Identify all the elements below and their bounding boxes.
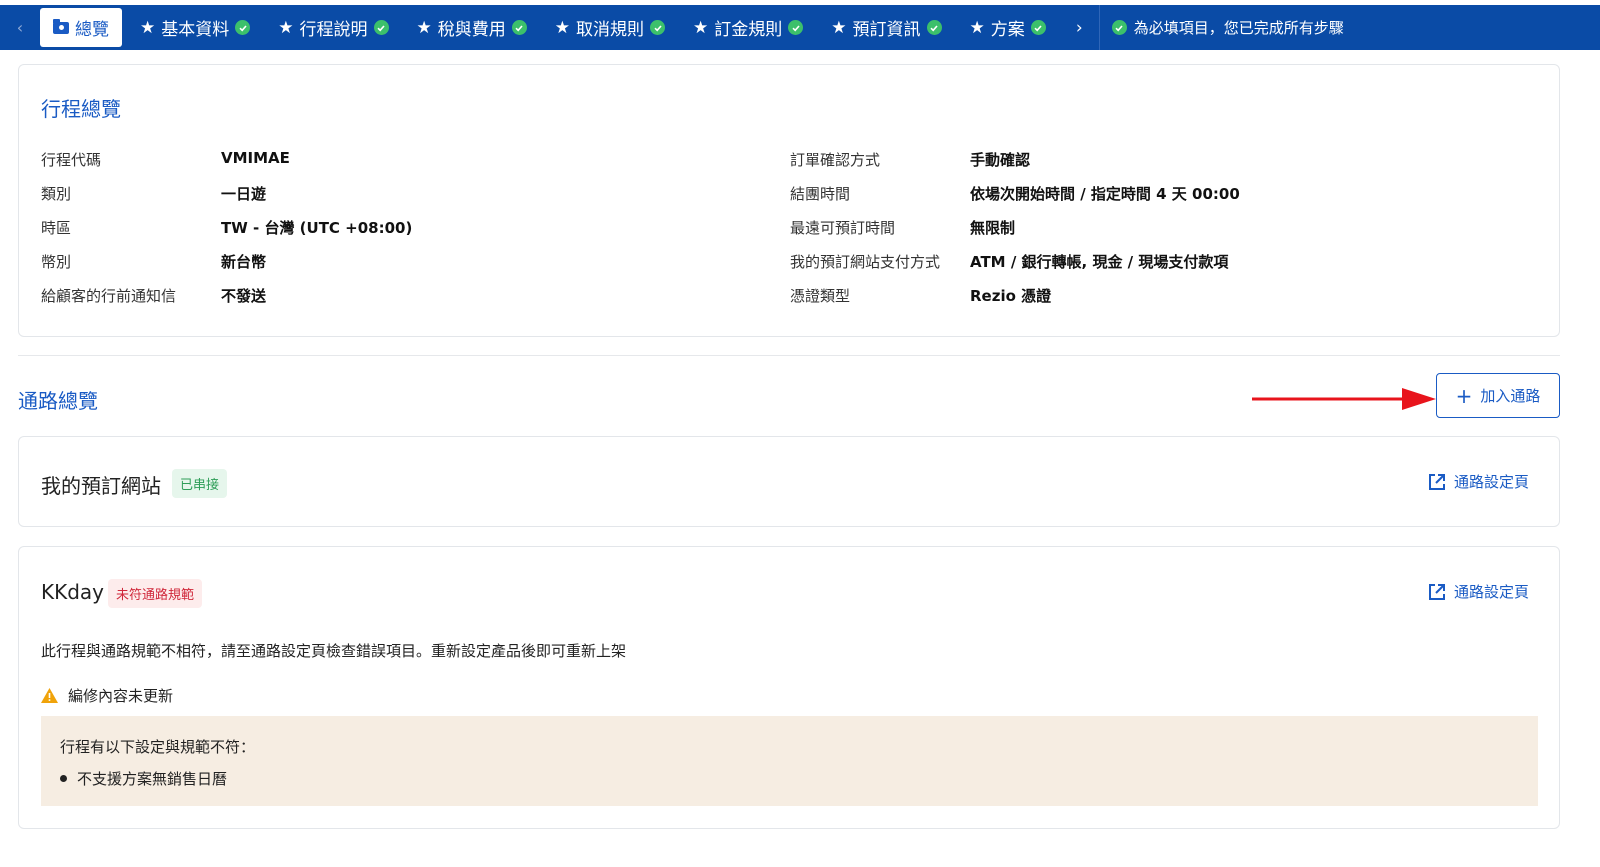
field-value: 不發送 <box>221 287 267 305</box>
folder-icon <box>53 18 69 34</box>
star-icon: ★ <box>693 17 709 38</box>
field-value: 一日遊 <box>221 185 267 203</box>
bullet-icon <box>60 775 67 782</box>
tab-cancellation-policy[interactable]: ★ 取消規則 <box>541 5 679 50</box>
tab-label: 稅與費用 <box>437 20 506 40</box>
arrow-annotation <box>1252 388 1436 410</box>
itinerary-overview-title: 行程總覽 <box>41 97 121 121</box>
star-icon: ★ <box>278 17 294 38</box>
star-icon: ★ <box>140 17 156 38</box>
field-value: TW - 台灣 (UTC +08:00) <box>221 219 413 237</box>
tab-label: 基本資料 <box>161 20 230 40</box>
status-badge: 已串接 <box>172 469 228 498</box>
star-icon: ★ <box>831 17 847 38</box>
check-circle-icon <box>373 20 389 35</box>
tab-label: 預訂資訊 <box>852 20 921 40</box>
tab-label: 訂金規則 <box>714 20 783 40</box>
field-value: VMIMAE <box>221 149 290 167</box>
tab-scroll-next-button[interactable]: › <box>1060 5 1100 50</box>
tab-basic-info[interactable]: ★ 基本資料 <box>126 5 264 50</box>
list-item-text: 不支援方案無銷售日曆 <box>77 770 228 788</box>
warning-text: 編修內容未更新 <box>68 687 174 705</box>
field-label: 時區 <box>41 219 72 237</box>
tab-label: 總覽 <box>75 20 109 40</box>
field-label: 類別 <box>41 185 72 203</box>
tab-label: 取消規則 <box>576 20 644 40</box>
add-channel-button[interactable]: + 加入通路 <box>1436 373 1560 418</box>
check-circle-icon <box>511 20 527 35</box>
completion-note: 為必填項目，您已完成所有步驟 <box>1100 17 1344 38</box>
tab-label: 行程說明 <box>299 20 368 40</box>
check-circle-icon <box>235 20 251 35</box>
check-circle-icon <box>1030 20 1046 35</box>
channel-name: 我的預訂網站 <box>41 474 161 498</box>
tab-overview[interactable]: 總覽 <box>40 8 122 47</box>
tab-packages[interactable]: ★ 方案 <box>956 5 1060 50</box>
channel-settings-label: 通路設定頁 <box>1453 583 1529 601</box>
channel-settings-link[interactable]: 通路設定頁 <box>1428 581 1529 602</box>
channel-card-my-booking-site: 我的預訂網站 已串接 通路設定頁 <box>18 436 1560 527</box>
channel-settings-link[interactable]: 通路設定頁 <box>1428 471 1529 492</box>
status-badge: 未符通路規範 <box>108 579 203 608</box>
list-item: 不支援方案無銷售日曆 <box>60 768 227 789</box>
field-label: 憑證類型 <box>790 287 851 305</box>
channel-settings-label: 通路設定頁 <box>1453 473 1529 491</box>
tab-scroll-prev-button[interactable]: ‹ <box>0 5 40 50</box>
field-label: 結團時間 <box>790 185 851 203</box>
tab-deposit-policy[interactable]: ★ 訂金規則 <box>679 5 817 50</box>
field-label: 行程代碼 <box>41 151 102 169</box>
section-divider <box>18 355 1560 356</box>
tab-booking-info[interactable]: ★ 預訂資訊 <box>817 5 955 50</box>
add-channel-label: 加入通路 <box>1480 387 1541 405</box>
check-circle-icon <box>650 20 665 35</box>
channel-overview-title: 通路總覽 <box>18 389 98 413</box>
tab-itinerary-description[interactable]: ★ 行程說明 <box>264 5 402 50</box>
check-circle-icon <box>788 20 804 35</box>
star-icon: ★ <box>554 17 570 38</box>
plus-icon: + <box>1455 383 1473 408</box>
field-label: 給顧客的行前通知信 <box>41 287 177 305</box>
field-label: 幣別 <box>41 253 72 271</box>
itinerary-overview-card: 行程總覽 行程代碼 VMIMAE 類別 一日遊 時區 TW - 台灣 (UTC … <box>18 64 1560 337</box>
warning-icon <box>41 688 58 703</box>
external-link-icon <box>1428 473 1445 490</box>
check-circle-icon <box>1111 20 1127 35</box>
field-value: 依場次開始時間 / 指定時間 4 天 00:00 <box>970 185 1240 203</box>
field-value: 新台幣 <box>221 253 267 271</box>
field-label: 訂單確認方式 <box>790 151 881 169</box>
field-value: ATM / 銀行轉帳, 現金 / 現場支付款項 <box>970 253 1229 271</box>
mismatch-notice: 行程有以下設定與規範不符： 不支援方案無銷售日曆 <box>41 716 1538 806</box>
channel-name: KKday <box>41 580 105 604</box>
field-value: 手動確認 <box>970 151 1031 169</box>
notice-title: 行程有以下設定與規範不符： <box>60 738 256 756</box>
warning-row: 編修內容未更新 <box>41 685 173 706</box>
external-link-icon <box>1428 583 1445 600</box>
star-icon: ★ <box>416 17 432 38</box>
star-icon: ★ <box>969 17 985 38</box>
completion-note-text: 為必填項目，您已完成所有步驟 <box>1133 19 1344 37</box>
field-label: 最遠可預訂時間 <box>790 219 896 237</box>
step-tab-bar: ‹ 總覽 ★ 基本資料 ★ 行程說明 ★ 稅與費用 ★ 取消規則 ★ 訂金規則 … <box>0 5 1600 50</box>
tab-label: 方案 <box>990 20 1025 40</box>
tab-taxes-fees[interactable]: ★ 稅與費用 <box>403 5 541 50</box>
field-value: Rezio 憑證 <box>970 287 1052 305</box>
channel-error-description: 此行程與通路規範不相符，請至通路設定頁檢查錯誤項目。重新設定產品後即可重新上架 <box>41 642 627 660</box>
channel-card-kkday: KKday 未符通路規範 通路設定頁 此行程與通路規範不相符，請至通路設定頁檢查… <box>18 546 1560 829</box>
check-circle-icon <box>926 20 942 35</box>
field-value: 無限制 <box>970 219 1016 237</box>
field-label: 我的預訂網站支付方式 <box>790 253 941 271</box>
